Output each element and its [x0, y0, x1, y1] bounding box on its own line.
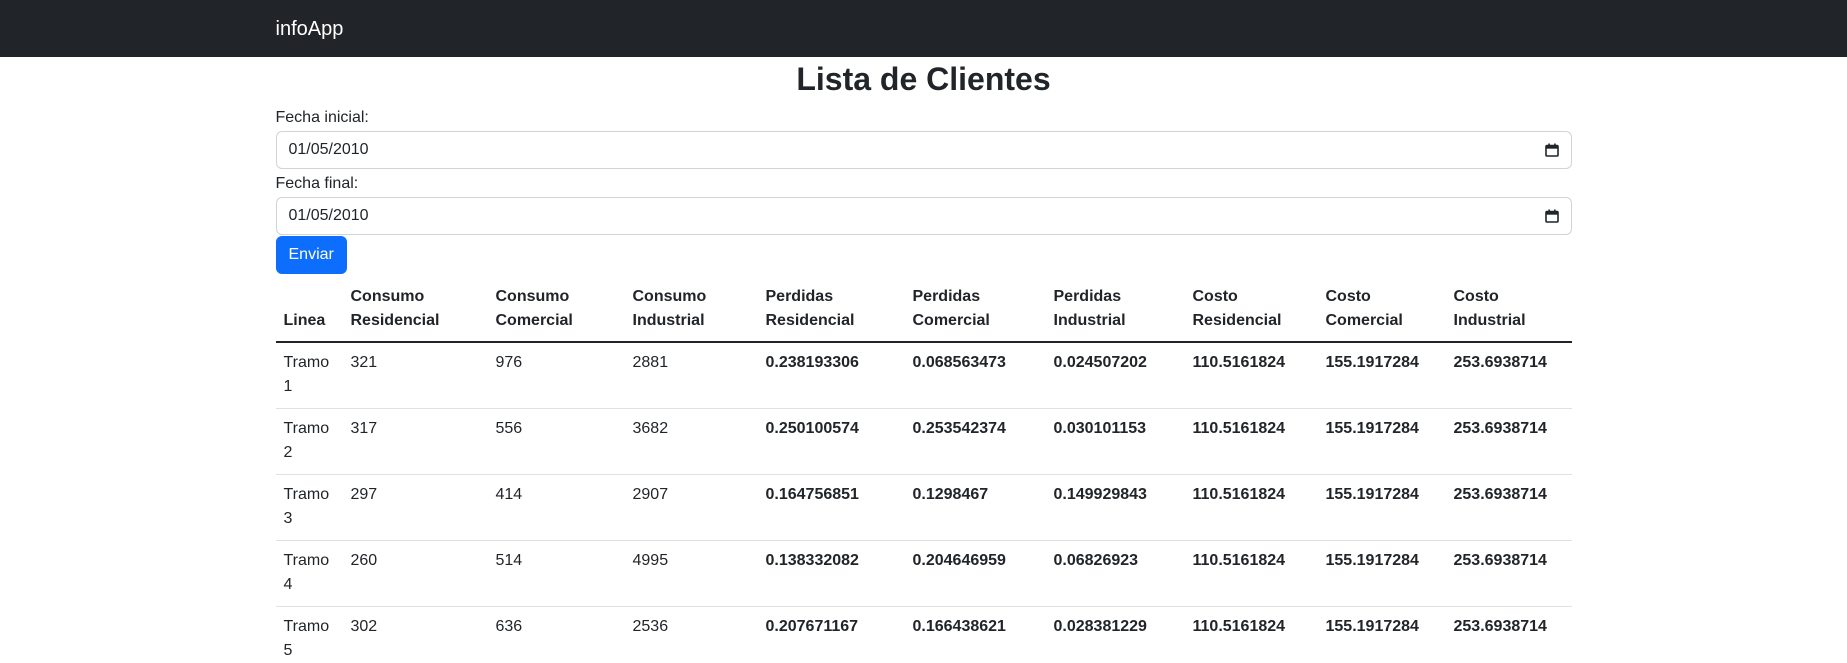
- cell-perdidas-comercial: 0.1298467: [904, 474, 1046, 541]
- cell-perdidas-industrial: 0.030101153: [1045, 408, 1185, 475]
- cell-consumo-comercial: 556: [487, 408, 625, 475]
- cell-linea: Tramo 3: [275, 474, 343, 541]
- cell-consumo-industrial: 2881: [624, 342, 758, 409]
- cell-consumo-industrial: 2907: [624, 474, 758, 541]
- column-header-consumo-industrial: Consumo Industrial: [624, 277, 758, 343]
- column-header-linea: Linea: [275, 277, 343, 343]
- cell-perdidas-residencial: 0.164756851: [757, 474, 905, 541]
- cell-consumo-residencial: 302: [342, 606, 488, 663]
- cell-consumo-residencial: 317: [342, 408, 488, 475]
- table-row: Tramo 5 302 636 2536 0.207671167 0.16643…: [275, 606, 1572, 663]
- cell-consumo-residencial: 321: [342, 342, 488, 409]
- cell-consumo-industrial: 3682: [624, 408, 758, 475]
- cell-costo-comercial: 155.1917284: [1317, 342, 1446, 409]
- end-date-value: 01/05/2010: [288, 207, 369, 224]
- main-content: Lista de Clientes Fecha inicial: 01/05/2…: [275, 57, 1572, 663]
- calendar-icon[interactable]: [1544, 143, 1559, 157]
- cell-linea: Tramo 5: [275, 606, 343, 663]
- calendar-icon[interactable]: [1544, 209, 1559, 223]
- navbar-container: infoApp: [276, 14, 1572, 44]
- cell-perdidas-comercial: 0.253542374: [904, 408, 1046, 475]
- column-header-consumo-comercial: Consumo Comercial: [487, 277, 625, 343]
- cell-consumo-residencial: 260: [342, 540, 488, 607]
- cell-perdidas-comercial: 0.204646959: [904, 540, 1046, 607]
- column-header-perdidas-residencial: Perdidas Residencial: [757, 277, 905, 343]
- cell-perdidas-industrial: 0.028381229: [1045, 606, 1185, 663]
- cell-perdidas-comercial: 0.068563473: [904, 342, 1046, 409]
- page-title: Lista de Clientes: [796, 61, 1051, 97]
- start-date-label: Fecha inicial:: [275, 109, 369, 126]
- cell-costo-comercial: 155.1917284: [1317, 540, 1446, 607]
- cell-costo-comercial: 155.1917284: [1317, 474, 1446, 541]
- navbar: infoApp: [0, 0, 1847, 57]
- date-filter-form: Fecha inicial: 01/05/2010 Fecha final: 0…: [275, 109, 1572, 274]
- column-header-consumo-residencial: Consumo Residencial: [342, 277, 488, 343]
- cell-consumo-residencial: 297: [342, 474, 488, 541]
- cell-perdidas-industrial: 0.024507202: [1045, 342, 1185, 409]
- end-date-label: Fecha final:: [275, 175, 359, 192]
- cell-costo-comercial: 155.1917284: [1317, 408, 1446, 475]
- cell-costo-residencial: 110.5161824: [1184, 474, 1318, 541]
- cell-consumo-comercial: 976: [487, 342, 625, 409]
- cell-consumo-industrial: 4995: [624, 540, 758, 607]
- table-row: Tramo 4 260 514 4995 0.138332082 0.20464…: [275, 540, 1572, 607]
- cell-perdidas-industrial: 0.06826923: [1045, 540, 1185, 607]
- cell-perdidas-residencial: 0.207671167: [757, 606, 905, 663]
- cell-consumo-industrial: 2536: [624, 606, 758, 663]
- cell-consumo-comercial: 414: [487, 474, 625, 541]
- cell-costo-residencial: 110.5161824: [1184, 342, 1318, 409]
- start-date-value: 01/05/2010: [288, 141, 369, 158]
- cell-linea: Tramo 1: [275, 342, 343, 409]
- cell-costo-residencial: 110.5161824: [1184, 606, 1318, 663]
- start-date-input[interactable]: 01/05/2010: [275, 131, 1572, 169]
- clients-table: Linea Consumo Residencial Consumo Comerc…: [275, 277, 1572, 663]
- header-row: Linea Consumo Residencial Consumo Comerc…: [275, 277, 1572, 343]
- cell-perdidas-residencial: 0.238193306: [757, 342, 905, 409]
- cell-perdidas-residencial: 0.250100574: [757, 408, 905, 475]
- cell-costo-industrial: 253.6938714: [1445, 342, 1572, 409]
- column-header-perdidas-industrial: Perdidas Industrial: [1045, 277, 1185, 343]
- table-row: Tramo 3 297 414 2907 0.164756851 0.12984…: [275, 474, 1572, 541]
- cell-consumo-comercial: 636: [487, 606, 625, 663]
- end-date-input[interactable]: 01/05/2010: [275, 197, 1572, 235]
- submit-button[interactable]: Enviar: [275, 236, 347, 274]
- column-header-costo-residencial: Costo Residencial: [1184, 277, 1318, 343]
- cell-perdidas-industrial: 0.149929843: [1045, 474, 1185, 541]
- cell-linea: Tramo 2: [275, 408, 343, 475]
- cell-costo-residencial: 110.5161824: [1184, 408, 1318, 475]
- column-header-costo-industrial: Costo Industrial: [1445, 277, 1572, 343]
- cell-costo-industrial: 253.6938714: [1445, 540, 1572, 607]
- cell-costo-industrial: 253.6938714: [1445, 606, 1572, 663]
- table-row: Tramo 1 321 976 2881 0.238193306 0.06856…: [275, 342, 1572, 409]
- cell-costo-industrial: 253.6938714: [1445, 474, 1572, 541]
- table-row: Tramo 2 317 556 3682 0.250100574 0.25354…: [275, 408, 1572, 475]
- cell-consumo-comercial: 514: [487, 540, 625, 607]
- cell-linea: Tramo 4: [275, 540, 343, 607]
- table-body: Tramo 1 321 976 2881 0.238193306 0.06856…: [275, 342, 1572, 663]
- brand-link[interactable]: infoApp: [276, 18, 344, 40]
- column-header-costo-comercial: Costo Comercial: [1317, 277, 1446, 343]
- cell-perdidas-residencial: 0.138332082: [757, 540, 905, 607]
- cell-perdidas-comercial: 0.166438621: [904, 606, 1046, 663]
- cell-costo-residencial: 110.5161824: [1184, 540, 1318, 607]
- column-header-perdidas-comercial: Perdidas Comercial: [904, 277, 1046, 343]
- table-header: Linea Consumo Residencial Consumo Comerc…: [275, 277, 1572, 343]
- cell-costo-comercial: 155.1917284: [1317, 606, 1446, 663]
- cell-costo-industrial: 253.6938714: [1445, 408, 1572, 475]
